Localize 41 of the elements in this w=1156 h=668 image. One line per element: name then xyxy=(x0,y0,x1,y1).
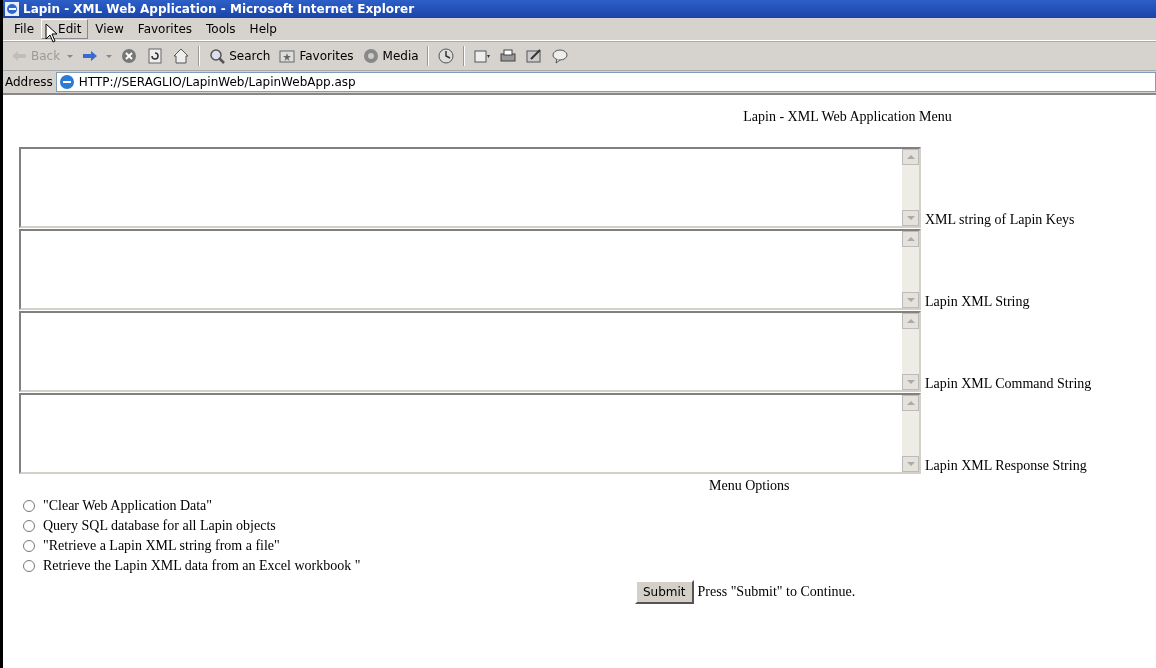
text-area[interactable] xyxy=(19,311,921,392)
media-button[interactable]: Media xyxy=(358,45,422,67)
browser-icon xyxy=(5,2,19,16)
search-button[interactable]: Search xyxy=(205,45,274,67)
scroll-bar[interactable] xyxy=(902,149,919,226)
page-icon xyxy=(58,74,75,90)
radio-button[interactable] xyxy=(23,560,35,572)
scroll-bar[interactable] xyxy=(902,231,919,308)
search-icon xyxy=(208,47,227,65)
option-label: Retrieve the Lapin XML data from an Excel workbook " xyxy=(43,558,361,574)
favorites-icon xyxy=(278,47,297,65)
menu-item[interactable]: Favorites xyxy=(130,19,200,39)
section-heading: Menu Options xyxy=(708,478,791,494)
text-area[interactable] xyxy=(19,229,921,310)
media-icon xyxy=(361,47,380,65)
option-label: Query SQL database for all Lapin objects xyxy=(43,518,276,534)
text-area[interactable] xyxy=(19,147,921,228)
radio-button[interactable] xyxy=(23,540,35,552)
field-label: Lapin XML Response String xyxy=(925,458,1087,474)
menu-item[interactable]: Help xyxy=(242,19,284,39)
radio-button[interactable] xyxy=(23,500,35,512)
field-label: Lapin XML String xyxy=(925,294,1030,310)
page-heading: Lapin - XML Web Application Menu xyxy=(742,109,953,125)
menu-item[interactable]: File xyxy=(7,19,42,39)
window-title: Lapin - XML Web Application - Microsoft Internet Explorer xyxy=(23,2,415,16)
option-label: "Clear Web Application Data" xyxy=(43,498,213,514)
text-area[interactable] xyxy=(19,393,921,474)
option-label: "Retrieve a Lapin XML string from a file" xyxy=(43,538,280,554)
favorites-button[interactable]: Favorites xyxy=(275,45,357,67)
radio-button[interactable] xyxy=(23,520,35,532)
scroll-bar[interactable] xyxy=(902,313,919,390)
field-label: XML string of Lapin Keys xyxy=(925,212,1075,228)
menu-item[interactable]: Edit xyxy=(41,19,89,39)
field-label: Lapin XML Command String xyxy=(925,376,1092,392)
submit-hint: Press "Submit" to Continue. xyxy=(697,584,856,600)
scroll-bar[interactable] xyxy=(902,395,919,472)
menu-item[interactable]: View xyxy=(88,19,131,39)
submit-button[interactable]: Submit xyxy=(635,580,694,604)
address-label: Address xyxy=(5,75,53,89)
menu-item[interactable]: Tools xyxy=(199,19,243,39)
address-field[interactable]: HTTP://SERAGLIO/LapinWeb/LapinWebApp.asp xyxy=(55,72,1156,92)
